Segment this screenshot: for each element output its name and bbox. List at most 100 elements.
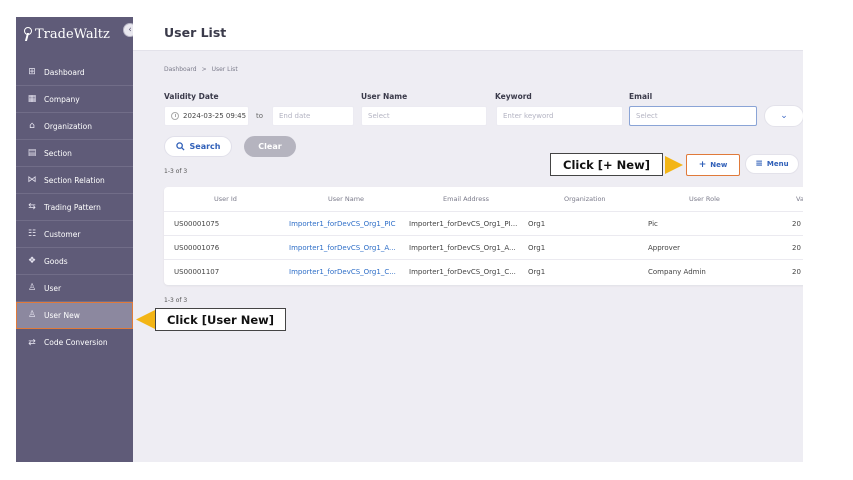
validity-start-value: 2024-03-25 09:45 [183,112,247,120]
new-button[interactable]: + New [686,154,740,176]
table-row[interactable]: US00001075 Importer1_forDevCS_Org1_PIC I… [164,212,803,236]
sidebar-item-customer[interactable]: ☷ Customer [16,221,133,248]
clear-button[interactable]: Clear [244,136,296,157]
sidebar-item-label: Goods [44,256,68,266]
result-count-top: 1-3 of 3 [164,168,188,175]
email-label: Email [629,92,653,101]
sidebar-item-section-relation[interactable]: ⋈ Section Relation [16,167,133,194]
sidebar-item-label: Company [44,94,80,104]
sidebar-item-user[interactable]: ♙ User [16,275,133,302]
sidebar-item-label: User [44,283,62,293]
column-header[interactable]: User Id [214,195,314,203]
cell-user-role: Company Admin [648,268,706,276]
user-table: User Id User Name Email Address Organiza… [164,187,803,285]
sidebar-item-goods[interactable]: ❖ Goods [16,248,133,275]
keyword-placeholder: Enter keyword [503,112,554,120]
user-name-placeholder: Select [368,112,390,120]
chevron-down-icon: ⌄ [780,111,788,121]
sidebar-item-company[interactable]: ▦ Company [16,86,133,113]
validity-start-input[interactable]: 2024-03-25 09:45 [164,106,249,126]
cell-user-name-link[interactable]: Importer1_forDevCS_Org1_A... [289,244,401,252]
keyword-label: Keyword [495,92,532,101]
email-placeholder: Select [636,112,658,120]
section-relation-icon: ⋈ [27,175,37,185]
breadcrumb-dashboard[interactable]: Dashboard [164,66,197,73]
search-button-label: Search [189,142,221,151]
cell-validity: 20 [792,243,801,252]
table-header: User Id User Name Email Address Organiza… [164,187,803,212]
table-row[interactable]: US00001076 Importer1_forDevCS_Org1_A... … [164,236,803,260]
to-label: to [256,112,264,120]
top-bar: User List [133,17,803,51]
cell-email: Importer1_forDevCS_Org1_C... [409,268,516,276]
cell-user-role: Approver [648,243,681,252]
sidebar-item-label: Customer [44,229,81,239]
cell-validity: 20 [792,268,801,276]
validity-end-placeholder: End date [279,112,311,120]
user-name-select[interactable]: Select [361,106,487,126]
cell-user-name-link[interactable]: Importer1_forDevCS_Org1_PIC [289,220,401,228]
cell-user-id: US00001076 [174,243,220,252]
menu-button[interactable]: ≡ Menu [745,154,799,174]
tradewaltz-logo-icon [23,27,32,41]
sidebar-item-code-conversion[interactable]: ⇄ Code Conversion [16,329,133,356]
arrow-right-icon [665,156,683,174]
sidebar-nav: ⊞ Dashboard ▦ Company ⌂ Organization ▤ S… [16,59,133,356]
sidebar-item-section[interactable]: ▤ Section [16,140,133,167]
plus-icon: + [698,160,707,170]
clear-button-label: Clear [258,142,282,151]
sidebar-item-label: Organization [44,121,92,131]
new-button-callout: Click [+ New] [550,153,663,176]
search-icon [175,142,185,151]
cell-organization: Org1 [528,219,546,228]
user-name-label: User Name [361,92,408,101]
sidebar-item-user-new[interactable]: ♙ User New [16,302,133,329]
column-header[interactable]: Email Address [443,195,555,203]
clock-icon [171,112,179,120]
breadcrumb-separator: > [201,66,207,73]
column-header[interactable]: User Name [328,195,440,203]
organization-icon: ⌂ [29,121,35,131]
validity-end-input[interactable]: End date [272,106,354,126]
main-content: User List Dashboard > User List Validity… [133,17,803,462]
search-button[interactable]: Search [164,136,232,157]
sidebar-item-label: Section [44,148,72,158]
app-logo[interactable]: TradeWaltz [23,23,110,45]
cell-user-name-link[interactable]: Importer1_forDevCS_Org1_C... [289,268,401,276]
cell-organization: Org1 [528,243,546,252]
cell-organization: Org1 [528,268,546,276]
column-header[interactable]: Organization [564,195,644,203]
email-select[interactable]: Select [629,106,757,126]
cell-user-id: US00001075 [174,219,220,228]
cell-email: Importer1_forDevCS_Org1_PI... [409,219,518,228]
sidebar-item-label: User New [44,310,80,320]
sidebar-item-dashboard[interactable]: ⊞ Dashboard [16,59,133,86]
section-icon: ▤ [27,148,37,158]
validity-date-label: Validity Date [164,92,219,101]
result-count-bottom: 1-3 of 3 [164,297,188,304]
breadcrumb-current: User List [211,66,238,73]
sidebar: TradeWaltz ‹ ⊞ Dashboard ▦ Company ⌂ Org… [16,17,137,462]
cell-user-id: US00001107 [174,268,220,276]
cell-user-role: Pic [648,219,658,228]
sidebar-item-trading-pattern[interactable]: ⇆ Trading Pattern [16,194,133,221]
cell-validity: 20 [792,219,801,228]
page-title: User List [164,25,227,40]
new-button-label: New [710,161,728,169]
goods-icon: ❖ [27,256,37,266]
sidebar-item-organization[interactable]: ⌂ Organization [16,113,133,140]
app-window: TradeWaltz ‹ ⊞ Dashboard ▦ Company ⌂ Org… [16,17,803,462]
sidebar-item-label: Code Conversion [44,338,108,347]
dashboard-icon: ⊞ [28,67,36,77]
column-header[interactable]: Va [796,195,803,203]
table-row[interactable]: US00001107 Importer1_forDevCS_Org1_C... … [164,260,803,284]
hamburger-icon: ≡ [755,159,763,169]
user-icon: ♙ [27,283,37,293]
sidebar-item-label: Trading Pattern [44,202,101,212]
expand-filters-button[interactable]: ⌄ [764,105,803,127]
menu-button-label: Menu [766,160,789,168]
column-header[interactable]: User Role [689,195,799,203]
keyword-input[interactable]: Enter keyword [496,106,623,126]
company-icon: ▦ [27,94,37,104]
trading-pattern-icon: ⇆ [28,202,36,212]
